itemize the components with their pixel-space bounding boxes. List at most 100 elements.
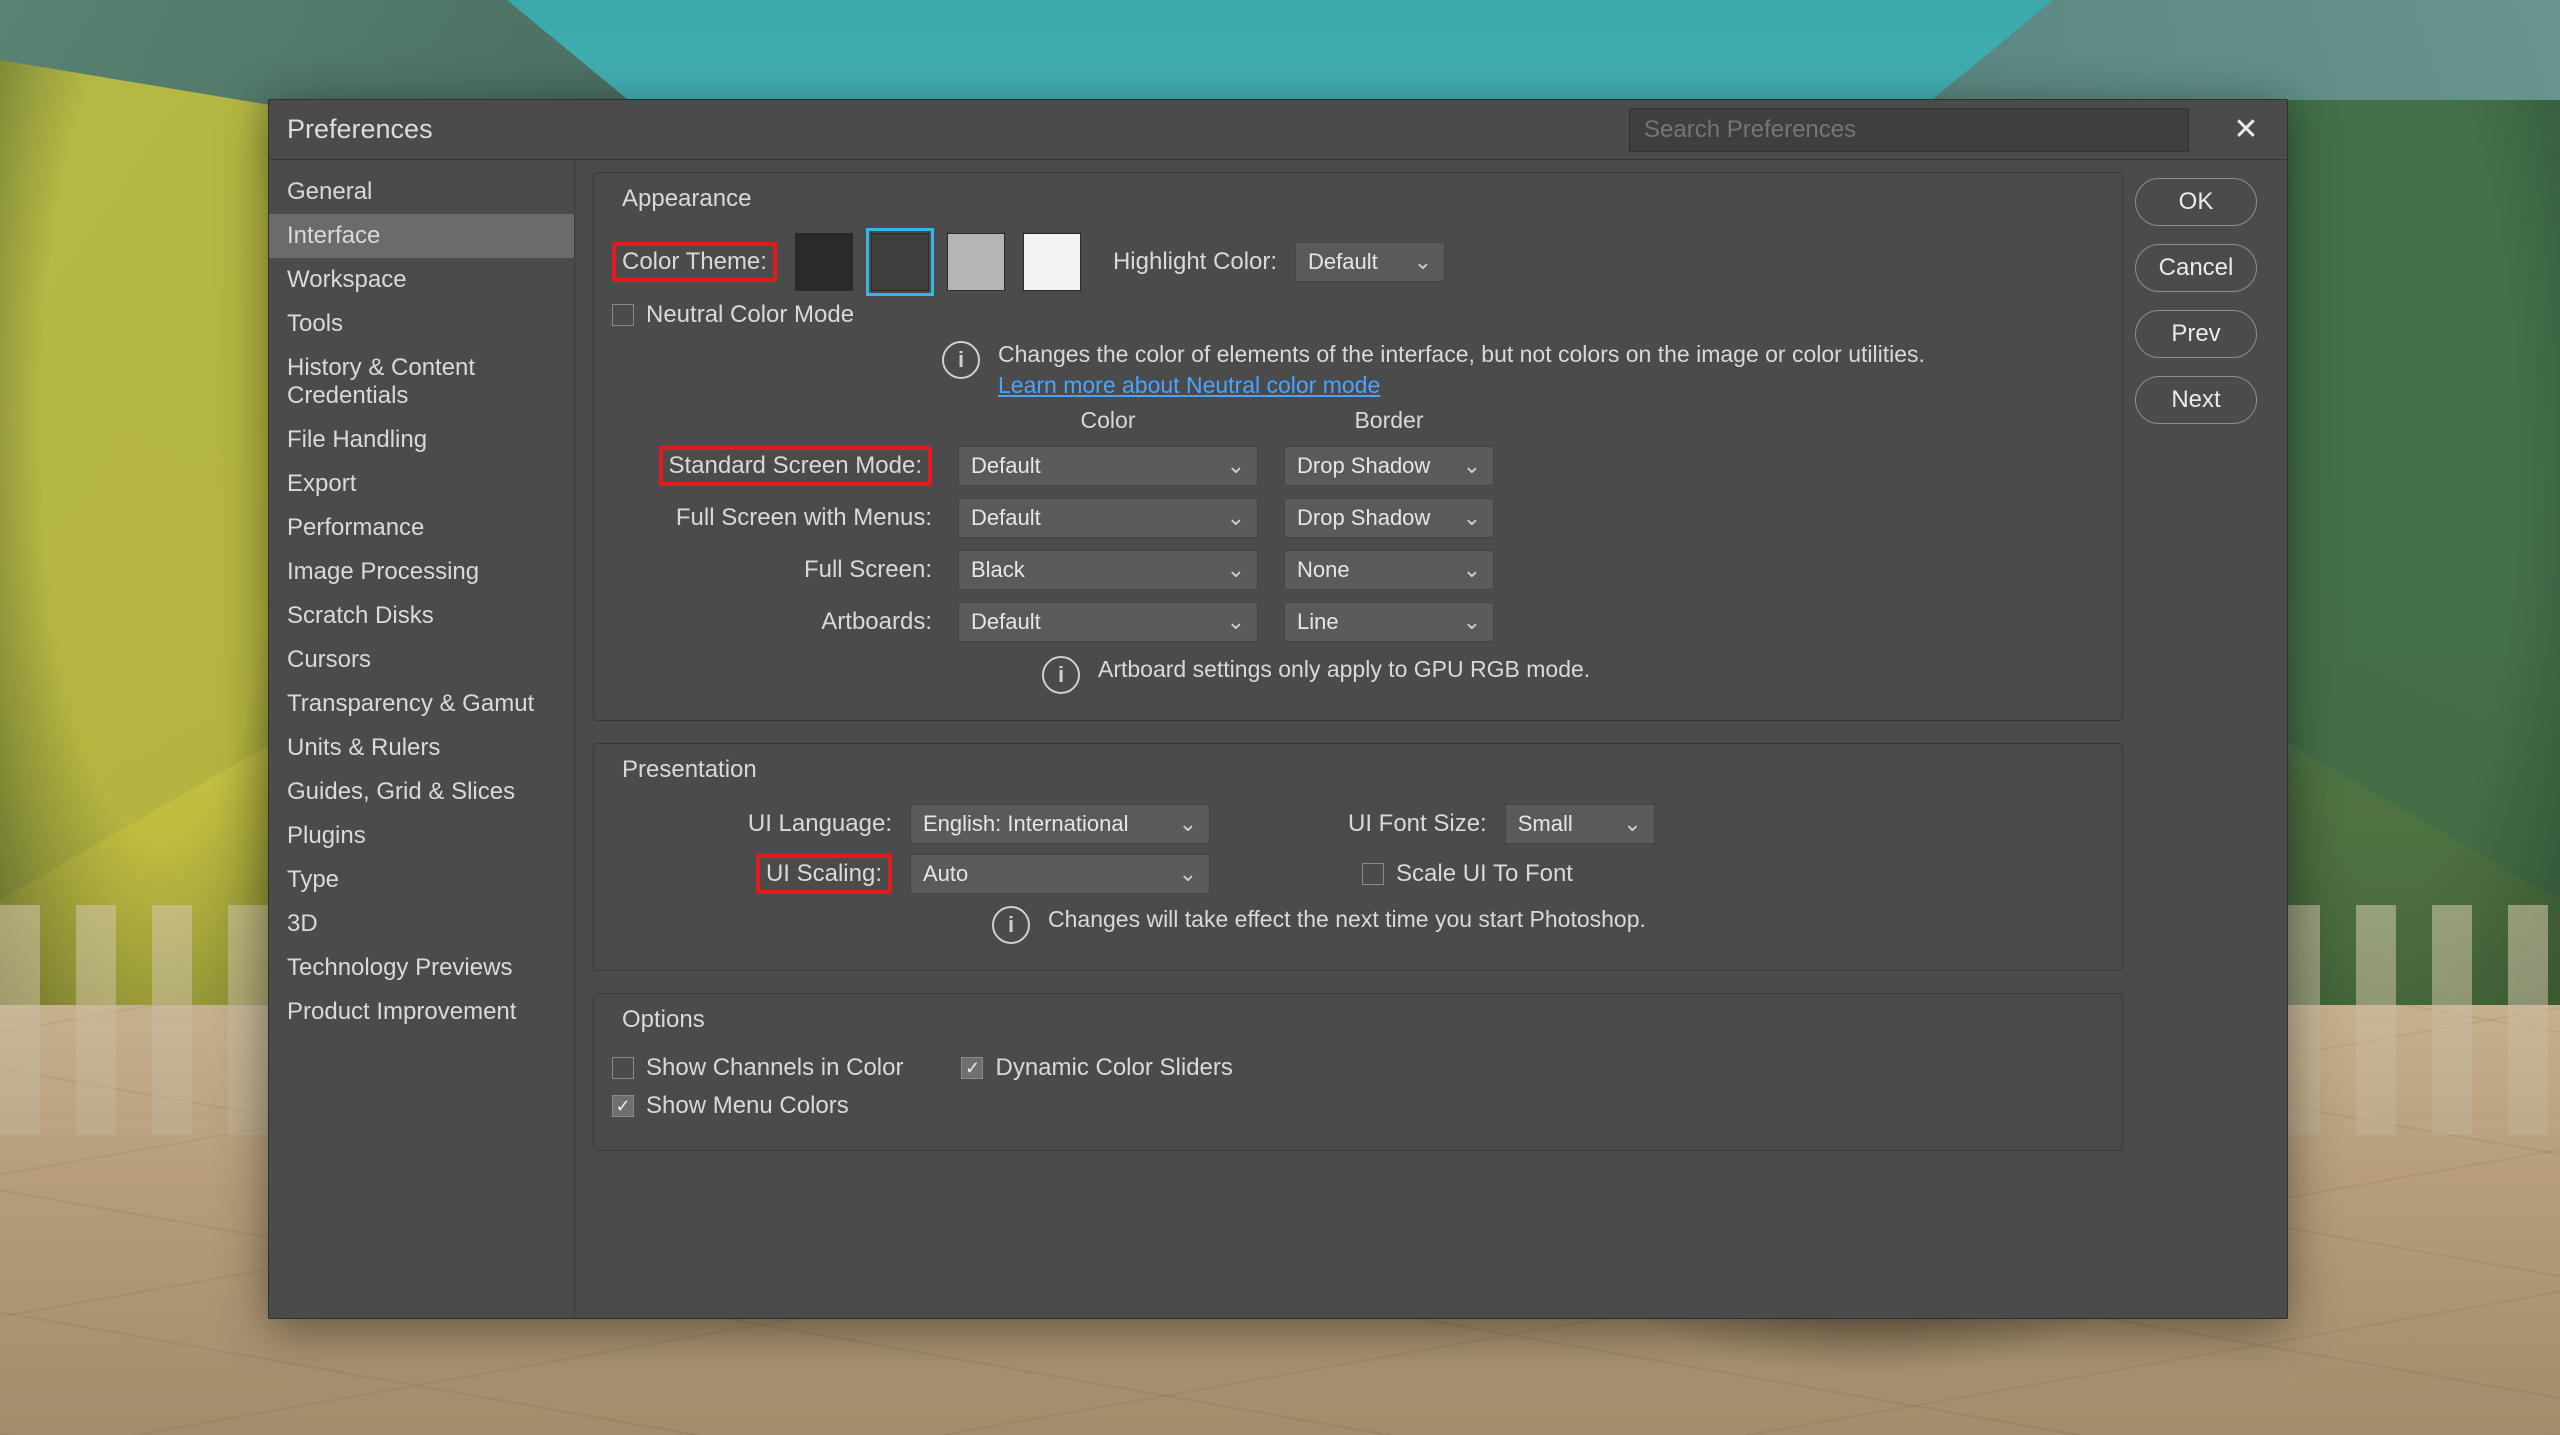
content: Appearance Color Theme: Highlight Color: (575, 160, 2287, 1318)
ui-scaling-label: UI Scaling: (756, 854, 892, 894)
restart-note-text: Changes will take effect the next time y… (1048, 904, 1646, 935)
chevron-down-icon: ⌄ (1414, 249, 1432, 275)
sidebar-item-product-improvement[interactable]: Product Improvement (269, 990, 574, 1034)
sidebar-item-transparency[interactable]: Transparency & Gamut (269, 682, 574, 726)
row-color-theme: Color Theme: Highlight Color: Default ⌄ (612, 233, 2104, 291)
ui-font-size-value: Small (1518, 811, 1573, 837)
prev-button[interactable]: Prev (2135, 310, 2257, 358)
theme-swatch-lightest[interactable] (1023, 233, 1081, 291)
checkbox-checked-icon (612, 1095, 634, 1117)
row-fullscreen-label: Full Screen: (612, 556, 932, 584)
sidebar-item-workspace[interactable]: Workspace (269, 258, 574, 302)
chevron-down-icon: ⌄ (1227, 609, 1245, 635)
ok-button[interactable]: OK (2135, 178, 2257, 226)
next-button[interactable]: Next (2135, 376, 2257, 424)
standard-color-value: Default (971, 453, 1041, 479)
ui-language-select[interactable]: English: International⌄ (910, 804, 1210, 844)
sidebar-item-plugins[interactable]: Plugins (269, 814, 574, 858)
fullscreen-menus-color-select[interactable]: Default⌄ (958, 498, 1258, 538)
ui-language-label: UI Language: (612, 810, 892, 838)
cancel-button[interactable]: Cancel (2135, 244, 2257, 292)
window-body: General Interface Workspace Tools Histor… (269, 160, 2287, 1318)
highlight-color-select[interactable]: Default ⌄ (1295, 242, 1445, 282)
ui-scaling-select[interactable]: Auto⌄ (910, 854, 1210, 894)
chevron-down-icon: ⌄ (1623, 811, 1641, 837)
fullscreen-color-select[interactable]: Black⌄ (958, 550, 1258, 590)
search-input[interactable] (1629, 108, 2189, 152)
row-neutral: Neutral Color Mode (612, 301, 2104, 329)
show-menu-colors-checkbox[interactable]: Show Menu Colors (612, 1092, 849, 1120)
group-options-legend: Options (616, 1006, 711, 1034)
neutral-color-mode-checkbox[interactable]: Neutral Color Mode (612, 301, 854, 329)
highlight-color-label: Highlight Color: (1113, 248, 1277, 276)
sidebar-item-3d[interactable]: 3D (269, 902, 574, 946)
col-hdr-border: Border (1284, 407, 1494, 434)
artboards-color-select[interactable]: Default⌄ (958, 602, 1258, 642)
highlight-color-value: Default (1308, 249, 1378, 275)
artboards-border-value: Line (1297, 609, 1339, 635)
fullscreen-menus-border-select[interactable]: Drop Shadow⌄ (1284, 498, 1494, 538)
row-fullscreen-menus-label: Full Screen with Menus: (612, 504, 932, 532)
close-button[interactable]: ✕ (2223, 107, 2269, 153)
scale-ui-to-font-checkbox[interactable]: Scale UI To Font (1362, 860, 1573, 888)
sidebar-item-scratch-disks[interactable]: Scratch Disks (269, 594, 574, 638)
ui-language-value: English: International (923, 811, 1128, 837)
standard-border-value: Drop Shadow (1297, 453, 1430, 479)
sidebar-item-performance[interactable]: Performance (269, 506, 574, 550)
info-icon: i (942, 341, 980, 379)
chevron-down-icon: ⌄ (1463, 609, 1481, 635)
sidebar-item-file-handling[interactable]: File Handling (269, 418, 574, 462)
standard-border-select[interactable]: Drop Shadow⌄ (1284, 446, 1494, 486)
neutral-info-text: Changes the color of elements of the int… (998, 339, 1925, 401)
sidebar-item-history[interactable]: History & Content Credentials (269, 346, 574, 418)
ui-font-size-select[interactable]: Small ⌄ (1505, 804, 1655, 844)
neutral-learn-more-link[interactable]: Learn more about Neutral color mode (998, 372, 1380, 398)
ui-scaling-value: Auto (923, 861, 968, 887)
sidebar-item-tech-previews[interactable]: Technology Previews (269, 946, 574, 990)
checkbox-icon (1362, 863, 1384, 885)
restart-note: i Changes will take effect the next time… (992, 904, 2104, 944)
theme-swatch-darkest[interactable] (795, 233, 853, 291)
sidebar-item-guides-grid[interactable]: Guides, Grid & Slices (269, 770, 574, 814)
theme-swatch-dark[interactable] (871, 233, 929, 291)
neutral-info-body: Changes the color of elements of the int… (998, 341, 1925, 367)
artboard-note: i Artboard settings only apply to GPU RG… (1042, 654, 2104, 694)
fullscreen-border-select[interactable]: None⌄ (1284, 550, 1494, 590)
sidebar: General Interface Workspace Tools Histor… (269, 160, 575, 1318)
group-presentation: Presentation UI Language: English: Inter… (593, 743, 2123, 971)
window-title: Preferences (287, 114, 433, 145)
screen-mode-grid: Color Border Standard Screen Mode: Defau… (612, 407, 2104, 642)
desktop-background: Preferences ✕ General Interface Workspac… (0, 0, 2560, 1435)
dialog-buttons: OK Cancel Prev Next (2135, 172, 2271, 1302)
sidebar-item-interface[interactable]: Interface (269, 214, 574, 258)
show-channels-checkbox[interactable]: Show Channels in Color (612, 1054, 903, 1082)
fullscreen-border-value: None (1297, 557, 1350, 583)
preferences-window: Preferences ✕ General Interface Workspac… (268, 99, 2288, 1319)
sidebar-item-units-rulers[interactable]: Units & Rulers (269, 726, 574, 770)
sidebar-item-export[interactable]: Export (269, 462, 574, 506)
sidebar-item-tools[interactable]: Tools (269, 302, 574, 346)
dynamic-sliders-label: Dynamic Color Sliders (995, 1054, 1232, 1082)
sidebar-item-general[interactable]: General (269, 170, 574, 214)
col-hdr-color: Color (958, 407, 1258, 434)
scale-ui-to-font-label: Scale UI To Font (1396, 860, 1573, 888)
standard-color-select[interactable]: Default ⌄ (958, 446, 1258, 486)
checkbox-icon (612, 1057, 634, 1079)
panels: Appearance Color Theme: Highlight Color: (581, 172, 2135, 1302)
neutral-info: i Changes the color of elements of the i… (942, 339, 2104, 401)
color-theme-label: Color Theme: (612, 242, 777, 282)
sidebar-item-cursors[interactable]: Cursors (269, 638, 574, 682)
chevron-down-icon: ⌄ (1227, 557, 1245, 583)
artboards-border-select[interactable]: Line ⌄ (1284, 602, 1494, 642)
theme-swatch-light[interactable] (947, 233, 1005, 291)
sidebar-item-image-processing[interactable]: Image Processing (269, 550, 574, 594)
dynamic-sliders-checkbox[interactable]: Dynamic Color Sliders (961, 1054, 1232, 1082)
color-theme-swatches (795, 233, 1081, 291)
show-menu-colors-label: Show Menu Colors (646, 1092, 849, 1120)
chevron-down-icon: ⌄ (1227, 453, 1245, 479)
row-options-2: Show Menu Colors (612, 1092, 2104, 1120)
titlebar: Preferences ✕ (269, 100, 2287, 160)
group-presentation-legend: Presentation (616, 756, 763, 784)
sidebar-item-type[interactable]: Type (269, 858, 574, 902)
info-icon: i (1042, 656, 1080, 694)
